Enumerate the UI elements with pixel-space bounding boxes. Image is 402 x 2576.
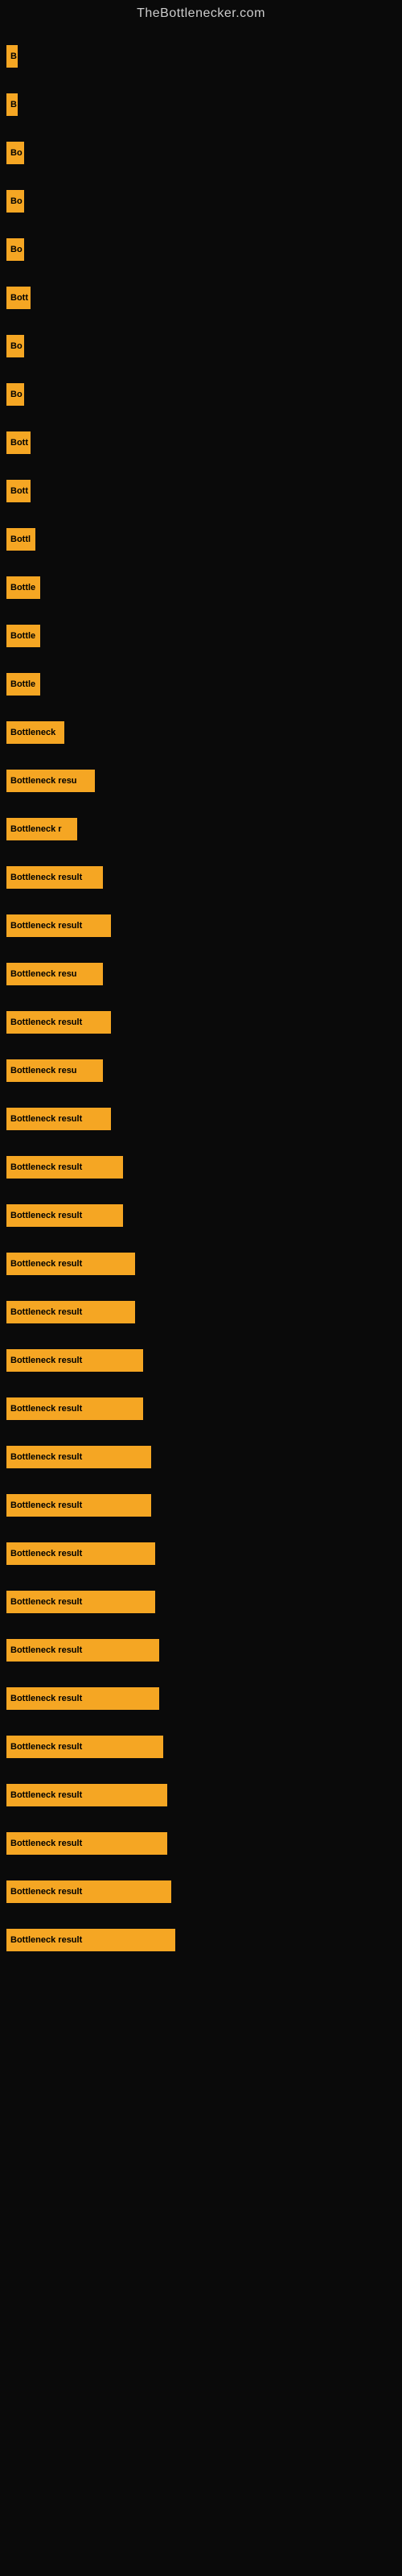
bar-label: Bo	[6, 142, 24, 164]
bar-label: Bottleneck result	[6, 1446, 151, 1468]
bar-row: Bottleneck result	[0, 1433, 402, 1481]
bar-row: Bottleneck result	[0, 1916, 402, 1964]
bar-row: Bottleneck result	[0, 1819, 402, 1868]
bar-label: Bottleneck result	[6, 1687, 159, 1710]
bar-label: Bottleneck r	[6, 818, 77, 840]
bar-row: B	[0, 32, 402, 80]
bar-row: Bottleneck resu	[0, 757, 402, 805]
bar-label: B	[6, 93, 18, 116]
bar-label: Bottle	[6, 576, 40, 599]
bar-row: Bottleneck result	[0, 998, 402, 1046]
bar-row: Bottleneck result	[0, 902, 402, 950]
bar-label: Bottl	[6, 528, 35, 551]
bar-row: B	[0, 80, 402, 129]
bar-label: Bottleneck resu	[6, 770, 95, 792]
bar-label: Bottleneck result	[6, 1108, 111, 1130]
bar-label: Bottleneck result	[6, 1397, 143, 1420]
bar-label: Bott	[6, 480, 31, 502]
bar-row: Bo	[0, 322, 402, 370]
bar-row: Bottl	[0, 515, 402, 564]
bar-row: Bottleneck result	[0, 1481, 402, 1530]
bar-row: Bottleneck resu	[0, 950, 402, 998]
bar-label: Bottleneck resu	[6, 1059, 103, 1082]
site-title: TheBottlenecker.com	[0, 0, 402, 24]
bar-row: Bottleneck result	[0, 1578, 402, 1626]
bar-row: Bott	[0, 274, 402, 322]
bar-row: Bottleneck result	[0, 1626, 402, 1674]
bar-row: Bottleneck result	[0, 1771, 402, 1819]
bar-row: Bottleneck result	[0, 1095, 402, 1143]
bar-label: Bo	[6, 190, 24, 213]
bar-label: Bottleneck result	[6, 1832, 167, 1855]
bar-label: Bottle	[6, 673, 40, 696]
bar-row: Bo	[0, 177, 402, 225]
bar-row: Bottle	[0, 660, 402, 708]
bar-row: Bott	[0, 467, 402, 515]
bar-label: Bottleneck result	[6, 1301, 135, 1323]
bar-row: Bottle	[0, 612, 402, 660]
bar-label: Bottleneck result	[6, 1542, 155, 1565]
bar-label: Bottleneck result	[6, 1880, 171, 1903]
bar-row: Bottleneck result	[0, 1336, 402, 1385]
bar-label: Bottleneck result	[6, 866, 103, 889]
bar-label: Bottleneck resu	[6, 963, 103, 985]
bar-label: Bottleneck result	[6, 1929, 175, 1951]
bar-row: Bottleneck result	[0, 1723, 402, 1771]
bar-label: Bottleneck	[6, 721, 64, 744]
bar-label: Bottleneck result	[6, 1591, 155, 1613]
bar-label: Bottleneck result	[6, 1736, 163, 1758]
bar-label: Bottleneck result	[6, 1784, 167, 1806]
bar-row: Bottleneck r	[0, 805, 402, 853]
bar-row: Bottleneck result	[0, 1191, 402, 1240]
bar-label: Bottleneck result	[6, 1349, 143, 1372]
bar-row: Bo	[0, 225, 402, 274]
bar-label: Bo	[6, 238, 24, 261]
bar-row: Bottle	[0, 564, 402, 612]
bar-row: Bottleneck result	[0, 853, 402, 902]
bar-row: Bo	[0, 129, 402, 177]
bar-row: Bo	[0, 370, 402, 419]
bar-label: Bo	[6, 383, 24, 406]
bar-row: Bottleneck result	[0, 1530, 402, 1578]
bars-container: B B Bo Bo Bo Bott Bo Bo Bott Bott Bottl Bottle Bottl…	[0, 24, 402, 1964]
bar-row: Bottleneck resu	[0, 1046, 402, 1095]
bar-label: Bottleneck result	[6, 1204, 123, 1227]
bar-label: Bottleneck result	[6, 1253, 135, 1275]
bar-row: Bottleneck result	[0, 1143, 402, 1191]
bar-label: Bottleneck result	[6, 1156, 123, 1179]
bar-row: Bottleneck result	[0, 1240, 402, 1288]
bar-label: Bott	[6, 287, 31, 309]
bar-label: B	[6, 45, 18, 68]
bar-row: Bottleneck result	[0, 1288, 402, 1336]
bar-row: Bottleneck result	[0, 1385, 402, 1433]
bar-label: Bott	[6, 431, 31, 454]
bar-row: Bott	[0, 419, 402, 467]
bar-label: Bottleneck result	[6, 1011, 111, 1034]
bar-label: Bottle	[6, 625, 40, 647]
bar-label: Bottleneck result	[6, 1494, 151, 1517]
bar-label: Bottleneck result	[6, 914, 111, 937]
bar-row: Bottleneck result	[0, 1868, 402, 1916]
bar-label: Bottleneck result	[6, 1639, 159, 1662]
bar-row: Bottleneck result	[0, 1674, 402, 1723]
bar-row: Bottleneck	[0, 708, 402, 757]
bar-label: Bo	[6, 335, 24, 357]
